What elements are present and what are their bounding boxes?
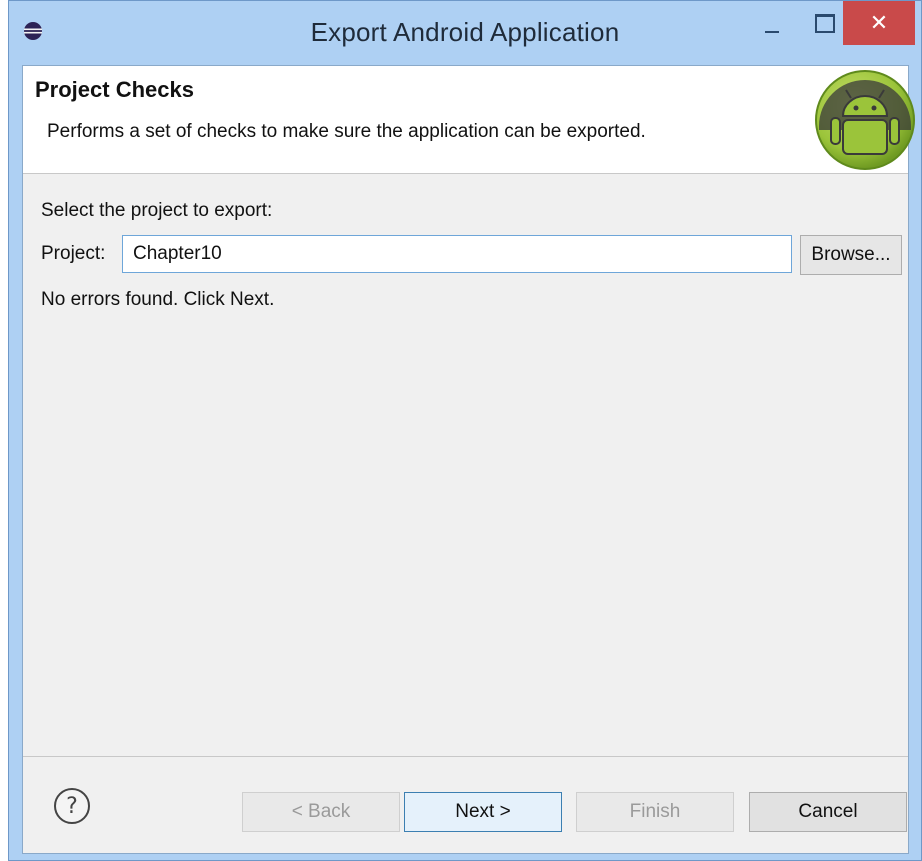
maximize-button[interactable]: [803, 1, 843, 47]
android-logo-icon: [815, 70, 915, 170]
minimize-button[interactable]: [751, 1, 795, 47]
help-icon[interactable]: ?: [54, 788, 90, 824]
dialog-window: Export Android Application ✕ Project Che…: [8, 0, 922, 861]
back-button[interactable]: < Back: [242, 792, 400, 832]
title-bar[interactable]: Export Android Application ✕: [9, 1, 921, 65]
wizard-header: Project Checks Performs a set of checks …: [23, 66, 915, 174]
close-button[interactable]: ✕: [843, 1, 915, 45]
page-title: Project Checks: [35, 77, 194, 102]
close-icon: ✕: [869, 10, 889, 36]
footer-divider: [23, 756, 908, 757]
select-project-label: Select the project to export:: [41, 200, 273, 221]
next-button[interactable]: Next >: [404, 792, 562, 832]
cancel-button[interactable]: Cancel: [749, 792, 907, 832]
page-description: Performs a set of checks to make sure th…: [47, 121, 646, 142]
project-label: Project:: [41, 243, 106, 264]
status-message: No errors found. Click Next.: [41, 289, 275, 310]
finish-button[interactable]: Finish: [576, 792, 734, 832]
project-input[interactable]: [122, 235, 792, 273]
browse-button[interactable]: Browse...: [800, 235, 902, 275]
dialog-client-area: Project Checks Performs a set of checks …: [22, 65, 915, 854]
